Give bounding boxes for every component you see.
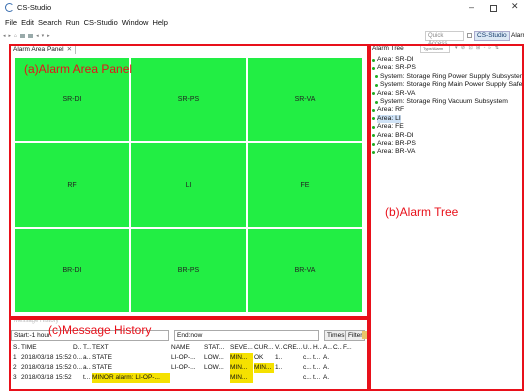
minimize-button[interactable]: – bbox=[469, 2, 474, 12]
menu-edit[interactable]: Edit bbox=[21, 18, 34, 27]
open-perspective-icon[interactable] bbox=[467, 33, 472, 38]
nav-forward-icon[interactable]: ▸ bbox=[47, 33, 50, 39]
annotation-c: (c)Message History bbox=[48, 323, 152, 337]
home-icon[interactable]: ⌂ bbox=[14, 33, 17, 39]
menu-search[interactable]: Search bbox=[38, 18, 62, 27]
menu-window[interactable]: Window bbox=[122, 18, 149, 27]
close-button[interactable]: ✕ bbox=[511, 1, 519, 12]
window-title: CS-Studio bbox=[17, 3, 52, 12]
menu-file[interactable]: File bbox=[5, 18, 17, 27]
alarm-area-highlight bbox=[9, 44, 369, 318]
menu-cs-studio[interactable]: CS-Studio bbox=[84, 18, 118, 27]
maximize-button[interactable] bbox=[490, 5, 497, 12]
nav-back-icon[interactable]: ◂ bbox=[36, 33, 39, 39]
nav-menu-icon[interactable]: ▾ bbox=[42, 33, 45, 39]
annotation-a: (a)Alarm Area Panel bbox=[24, 62, 133, 76]
menu-run[interactable]: Run bbox=[66, 18, 80, 27]
annotation-b: (b)Alarm Tree bbox=[385, 205, 459, 219]
menu-bar: File Edit Search Run CS-Studio Window He… bbox=[0, 15, 172, 29]
perspective-alarm[interactable]: Alarm bbox=[511, 31, 524, 41]
forward-icon[interactable]: ▸ bbox=[9, 33, 12, 39]
back-icon[interactable]: ◂ bbox=[3, 33, 6, 39]
title-bar: CS-Studio bbox=[0, 0, 524, 15]
menu-help[interactable]: Help bbox=[152, 18, 167, 27]
app-icon bbox=[5, 3, 14, 12]
layout-icon[interactable] bbox=[20, 33, 26, 38]
grid-icon[interactable] bbox=[28, 33, 34, 38]
quick-access-input[interactable]: Quick Access bbox=[425, 31, 464, 47]
perspective-cs-studio[interactable]: CS-Studio bbox=[474, 31, 510, 41]
